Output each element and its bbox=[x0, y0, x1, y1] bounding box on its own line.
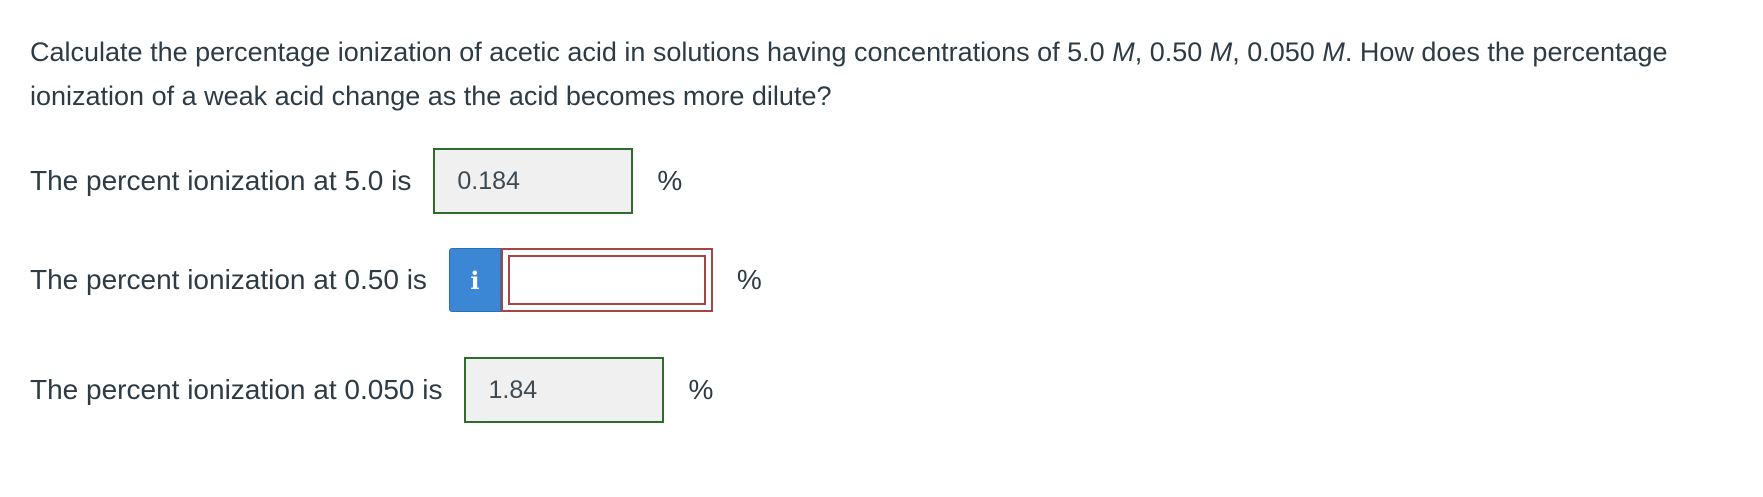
percent-unit-0-50: % bbox=[736, 264, 762, 295]
answer-value-0-050: 1.84 bbox=[488, 375, 538, 404]
percent-unit-5-0: % bbox=[657, 165, 683, 196]
answer-row-0-050: The percent ionization at 0.050 is 1.84 … bbox=[30, 357, 713, 423]
percent-unit-0-050: % bbox=[688, 374, 714, 405]
answer-input-group-0-50: i bbox=[448, 248, 713, 312]
answer-field-0-050[interactable]: 1.84 bbox=[464, 357, 665, 423]
question-separator-2: , 0.050 bbox=[1232, 37, 1323, 67]
molarity-unit-2: M bbox=[1209, 37, 1233, 67]
info-icon[interactable]: i bbox=[448, 248, 501, 312]
answer-label-0-50: The percent ionization at 0.50 is bbox=[30, 264, 427, 295]
question-part-1: Calculate the percentage ionization of a… bbox=[30, 37, 1113, 67]
answer-input-0-50[interactable] bbox=[500, 248, 713, 312]
answer-row-5-0: The percent ionization at 5.0 is 0.184 % bbox=[30, 148, 682, 214]
info-icon-glyph: i bbox=[470, 265, 480, 295]
molarity-unit-3: M bbox=[1322, 37, 1345, 67]
answer-label-5-0: The percent ionization at 5.0 is bbox=[30, 165, 412, 196]
answer-field-5-0[interactable]: 0.184 bbox=[433, 148, 634, 214]
question-text: Calculate the percentage ionization of a… bbox=[30, 30, 1750, 118]
answer-value-5-0: 0.184 bbox=[457, 166, 520, 195]
answer-label-0-050: The percent ionization at 0.050 is bbox=[30, 374, 443, 405]
question-separator-1: , 0.50 bbox=[1134, 37, 1210, 67]
answer-row-0-50: The percent ionization at 0.50 is i % bbox=[30, 248, 762, 312]
molarity-unit-1: M bbox=[1112, 37, 1135, 67]
